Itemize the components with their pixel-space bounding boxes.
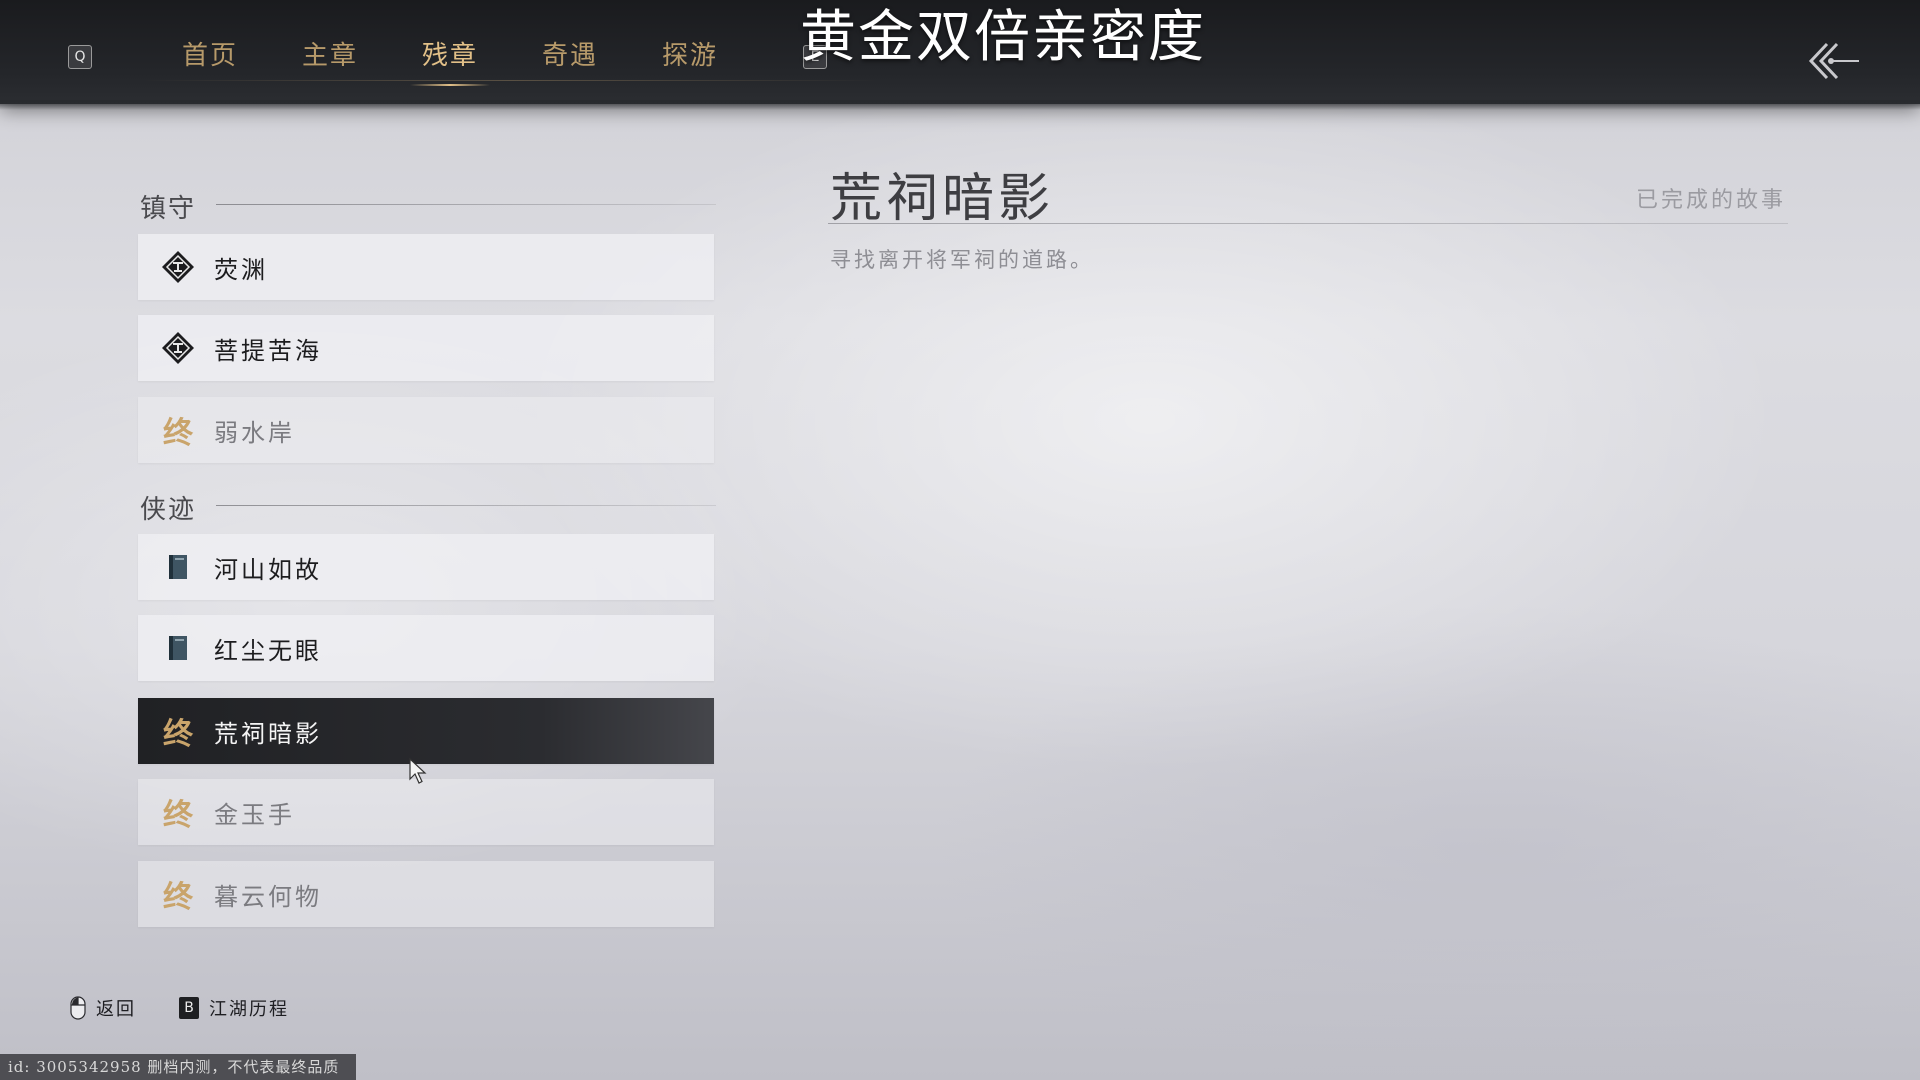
diamond-marker-icon <box>158 247 198 287</box>
list-item-hongchen-wuyan[interactable]: 红尘无眼 <box>138 615 714 681</box>
item-label: 荧渊 <box>214 255 268 284</box>
journey-hint[interactable]: B 江湖历程 <box>179 994 289 1022</box>
detail-divider <box>828 223 1788 224</box>
list-item-huangci-anying[interactable]: 终 荒祠暗影 <box>138 698 714 764</box>
item-label: 菩提苦海 <box>214 336 322 365</box>
end-seal-icon: 终 <box>163 880 193 915</box>
build-watermark: id: 3005342958 删档内测，不代表最终品质 <box>0 1054 356 1080</box>
item-label: 弱水岸 <box>214 418 295 447</box>
item-label: 荒祠暗影 <box>214 719 322 748</box>
item-label: 河山如故 <box>214 555 322 584</box>
tab-main-chapter[interactable]: 主章 <box>270 30 390 86</box>
prev-tab-key-q[interactable]: Q <box>68 45 92 69</box>
category-tabs: 首页 主章 残章 奇遇 探游 <box>150 30 750 86</box>
item-label: 红尘无眼 <box>214 636 322 665</box>
detail-title: 荒祠暗影 <box>830 169 1055 229</box>
list-item-yingyuan[interactable]: 荧渊 <box>138 234 714 300</box>
end-seal-icon: 终 <box>163 416 193 451</box>
mouse-cursor-icon <box>409 757 427 784</box>
diamond-marker-icon <box>158 328 198 368</box>
book-icon <box>158 547 198 587</box>
detail-description: 寻找离开将军祠的道路。 <box>830 248 1094 272</box>
tabs-divider <box>140 80 880 81</box>
tab-encounters[interactable]: 奇遇 <box>510 30 630 86</box>
item-label: 暮云何物 <box>214 882 322 911</box>
tab-home[interactable]: 首页 <box>150 30 270 86</box>
item-label: 金玉手 <box>214 800 295 829</box>
back-hint[interactable]: 返回 <box>70 994 136 1022</box>
completion-status: 已完成的故事 <box>1635 188 1786 213</box>
mouse-icon <box>70 996 86 1020</box>
section-divider <box>216 505 716 506</box>
list-item-ruoshui-an[interactable]: 终 弱水岸 <box>138 397 714 463</box>
tab-fragments[interactable]: 残章 <box>390 30 510 86</box>
double-chevron-left-icon[interactable] <box>1805 36 1861 86</box>
key-b: B <box>179 997 199 1019</box>
list-item-jinyu-shou[interactable]: 终 金玉手 <box>138 779 714 845</box>
end-seal-icon: 终 <box>163 717 193 752</box>
topbar-shadow <box>0 100 1920 110</box>
tab-exploration[interactable]: 探游 <box>630 30 750 86</box>
end-seal-icon: 终 <box>163 798 193 833</box>
list-item-heshan-rugu[interactable]: 河山如故 <box>138 534 714 600</box>
back-label: 返回 <box>96 999 136 1020</box>
section-title-guard: 镇守 <box>140 194 197 224</box>
list-item-muyun-hewu[interactable]: 终 暮云何物 <box>138 861 714 927</box>
list-item-puti-kuhai[interactable]: 菩提苦海 <box>138 315 714 381</box>
section-title-deeds: 侠迹 <box>140 495 197 525</box>
section-divider <box>216 204 716 205</box>
overlay-caption: 黄金双倍亲密度 <box>800 5 1206 70</box>
journey-label: 江湖历程 <box>209 999 289 1020</box>
book-icon <box>158 628 198 668</box>
